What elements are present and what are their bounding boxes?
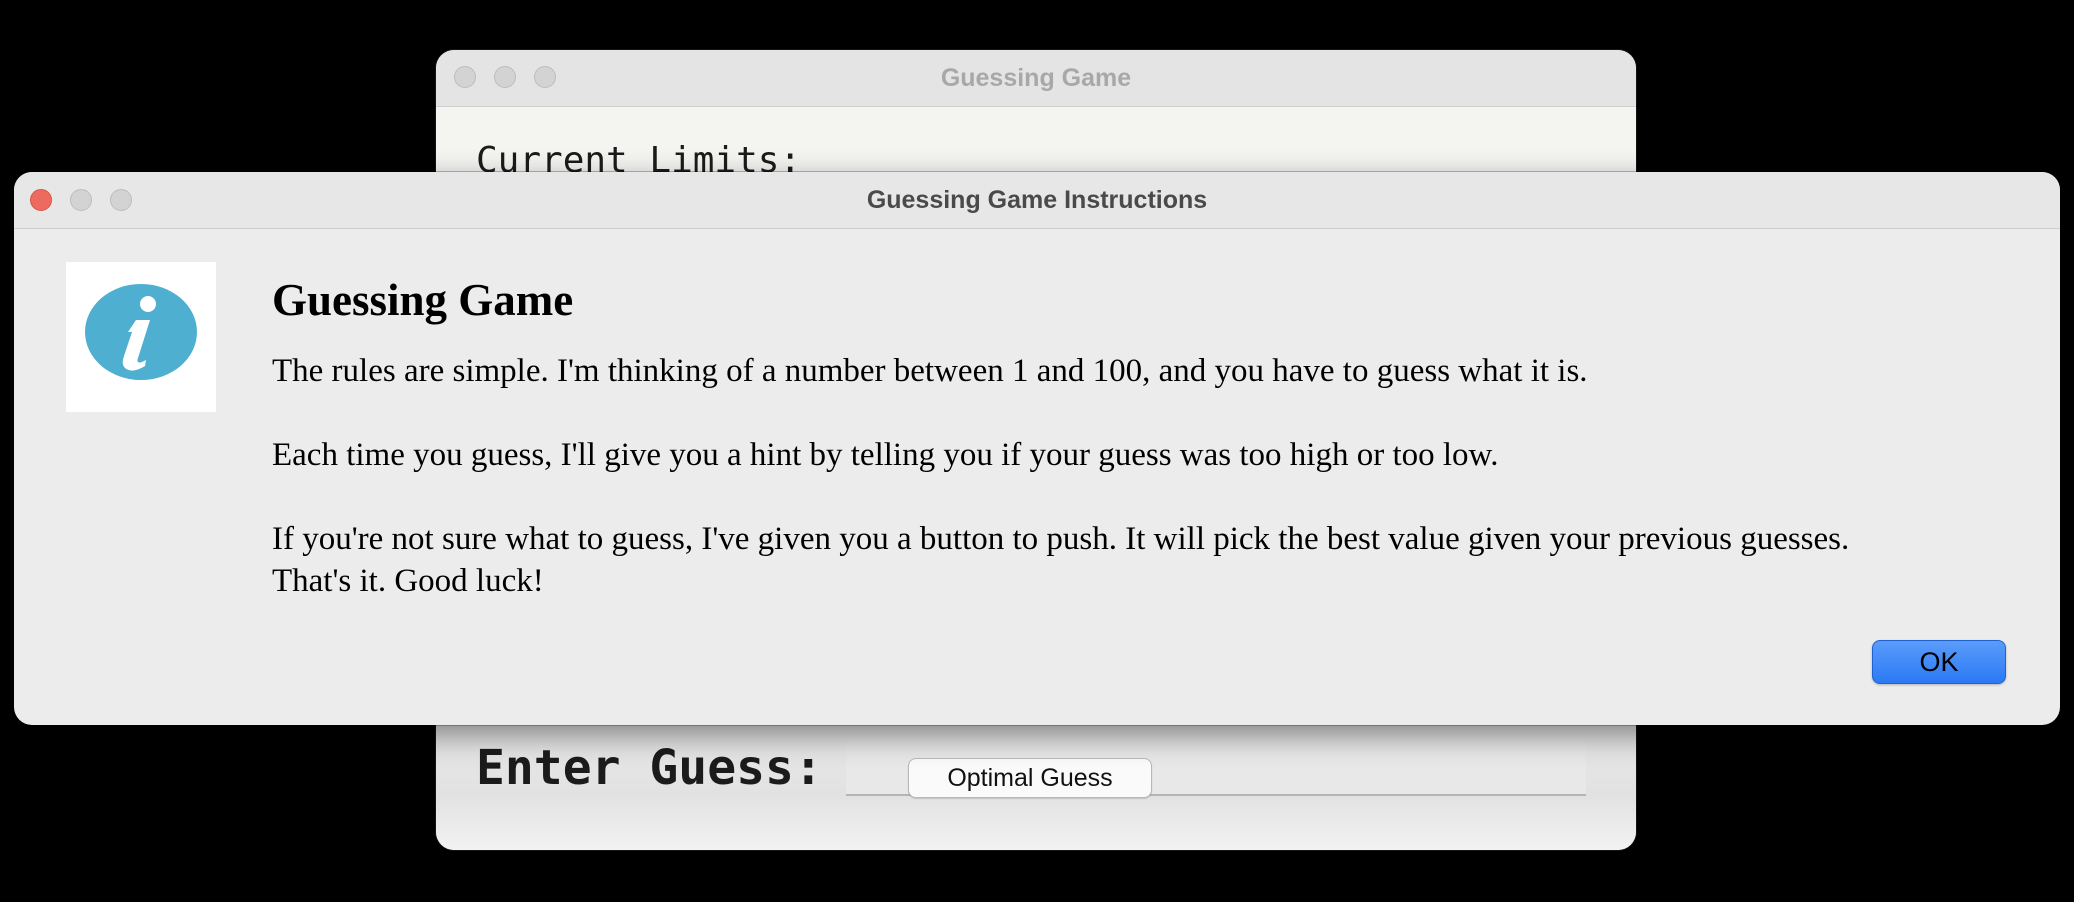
good-luck-text: That's it. Good luck!: [272, 563, 544, 599]
instructions-dialog: Guessing Game Instructions Guessing Game…: [14, 172, 2060, 725]
enter-guess-label: Enter Guess:: [476, 740, 823, 796]
dialog-heading: Guessing Game: [272, 275, 574, 325]
dialog-titlebar: Guessing Game Instructions: [14, 172, 2060, 229]
button-paragraph: If you're not sure what to guess, I've g…: [272, 521, 1850, 557]
dialog-title: Guessing Game Instructions: [866, 186, 1208, 214]
rules-paragraph: The rules are simple. I'm thinking of a …: [272, 353, 1588, 389]
hint-paragraph: Each time you guess, I'll give you a hin…: [272, 437, 1499, 473]
optimal-guess-button[interactable]: Optimal Guess: [908, 758, 1152, 798]
info-icon: [66, 262, 216, 412]
window-titlebar: Guessing Game: [436, 50, 1636, 107]
ok-button[interactable]: OK: [1872, 640, 2006, 684]
window-title: Guessing Game: [940, 64, 1132, 92]
